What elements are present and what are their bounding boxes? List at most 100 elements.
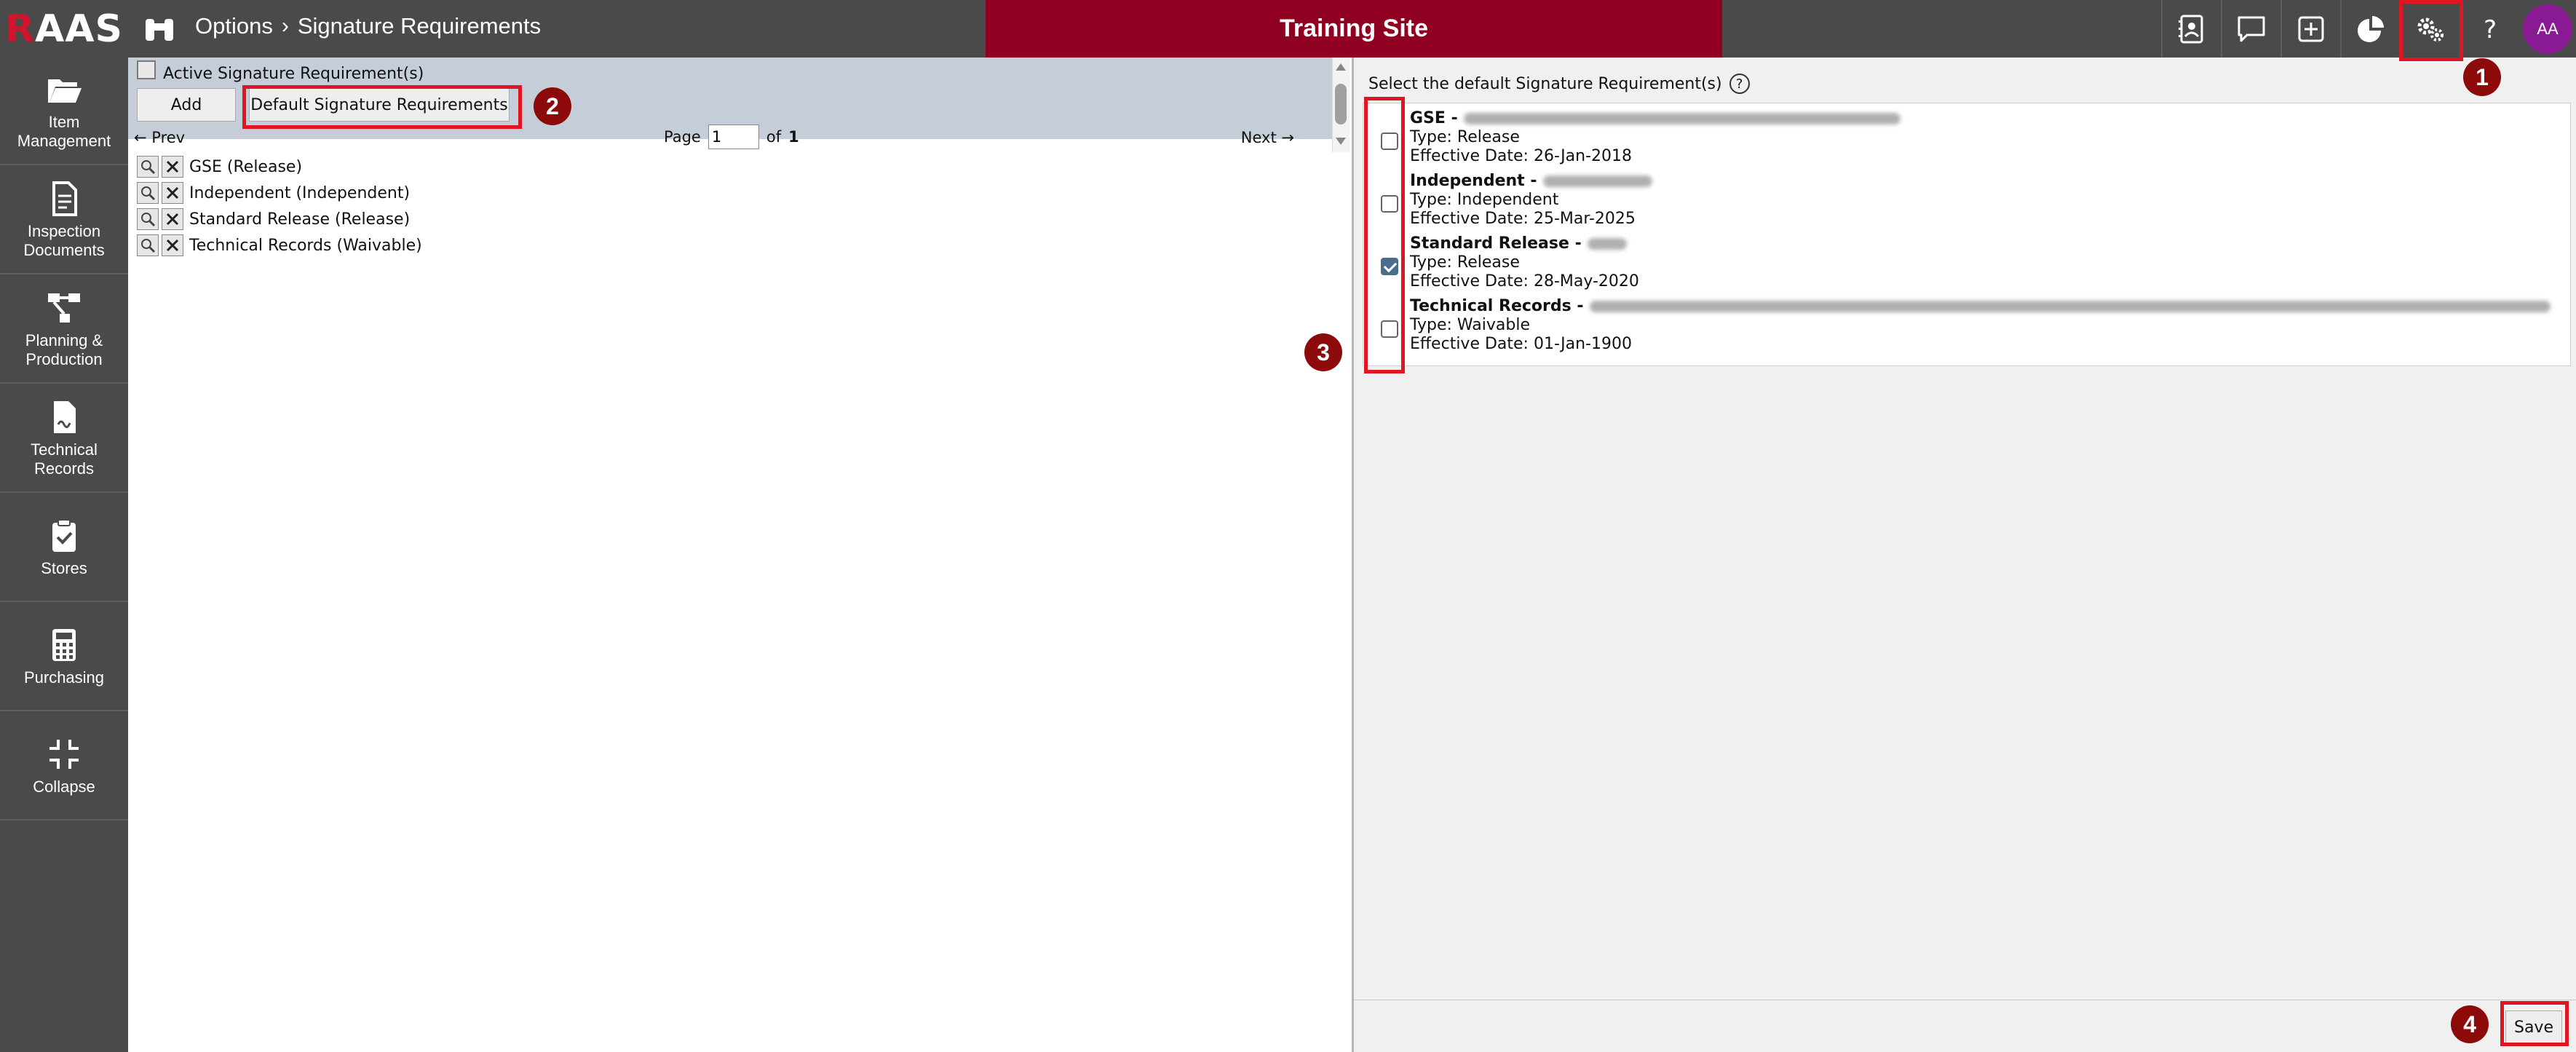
delete-icon[interactable] xyxy=(162,208,183,230)
panel-scrollbar[interactable] xyxy=(1332,58,1350,152)
breadcrumb-options[interactable]: Options xyxy=(195,13,273,39)
sidebar-item-label: Planning & Production xyxy=(25,331,103,368)
svg-text:?: ? xyxy=(2484,15,2497,44)
collapse-icon xyxy=(49,740,79,769)
default-requirements-panel: Select the default Signature Requirement… xyxy=(1354,58,2576,1052)
sidebar-item-inspection-documents[interactable]: Inspection Documents xyxy=(0,167,128,274)
requirement-type: Type: Release xyxy=(1410,128,1520,146)
view-icon[interactable] xyxy=(137,182,159,204)
redacted-description xyxy=(1463,113,1901,124)
sidebar-item-label: Purchasing xyxy=(23,668,105,687)
prev-page-link[interactable]: ← Prev xyxy=(134,129,185,146)
top-bar: R AAS Options › Signature Requirements Tr… xyxy=(0,0,2576,58)
sidebar-item-label: Inspection Documents xyxy=(23,222,105,259)
breadcrumb-separator: › xyxy=(281,14,289,38)
sidebar-item-label: Technical Records xyxy=(31,440,98,478)
list-item: Technical Records - Type: Waivable Effec… xyxy=(1363,294,2572,357)
requirement-effective-date: Effective Date: 01-Jan-1900 xyxy=(1410,335,1632,353)
gears-icon[interactable] xyxy=(2400,0,2460,58)
requirement-type: Type: Independent xyxy=(1410,191,1559,209)
default-requirements-footer: Save xyxy=(1354,1000,2576,1052)
sidebar-item-planning-production[interactable]: Planning & Production xyxy=(0,276,128,384)
list-item: Independent (Independent) xyxy=(137,180,422,206)
sidebar-item-label: Collapse xyxy=(33,778,95,796)
add-square-icon[interactable] xyxy=(2280,0,2340,58)
total-pages: 1 xyxy=(788,128,799,146)
requirements-list: GSE (Release) Independent (Independent) … xyxy=(137,154,422,258)
of-label: of xyxy=(766,128,782,146)
help-circle-icon[interactable]: ? xyxy=(1729,74,1750,94)
list-item: GSE (Release) xyxy=(137,154,422,180)
view-icon[interactable] xyxy=(137,208,159,230)
next-page-link[interactable]: Next → xyxy=(1241,129,1294,146)
step-marker-4: 4 xyxy=(2451,1005,2489,1043)
requirement-label: GSE (Release) xyxy=(189,157,303,176)
requirement-checkbox[interactable] xyxy=(1381,133,1398,150)
scroll-down-arrow[interactable] xyxy=(1336,138,1346,145)
calculator-icon xyxy=(52,629,76,661)
add-button[interactable]: Add xyxy=(137,88,236,122)
requirement-checkbox[interactable] xyxy=(1381,258,1398,275)
redacted-description xyxy=(1542,175,1652,187)
site-name-banner: Training Site xyxy=(986,0,1722,58)
list-item: Standard Release - Type: Release Effecti… xyxy=(1363,232,2572,294)
sidebar-item-purchasing[interactable]: Purchasing xyxy=(0,604,128,711)
save-button[interactable]: Save xyxy=(2505,1011,2562,1044)
requirement-name: Technical Records - xyxy=(1410,297,1584,315)
scroll-up-arrow[interactable] xyxy=(1336,63,1346,71)
requirement-name: Standard Release - xyxy=(1410,234,1582,253)
sidebar-item-item-management[interactable]: Item Management xyxy=(0,58,128,165)
requirement-checkbox[interactable] xyxy=(1381,320,1398,338)
breadcrumb-current: Signature Requirements xyxy=(297,13,542,39)
list-item: GSE - Type: Release Effective Date: 26-J… xyxy=(1363,106,2572,169)
list-item: Technical Records (Waivable) xyxy=(137,232,422,258)
help-icon[interactable]: ? xyxy=(2460,0,2519,58)
view-icon[interactable] xyxy=(137,234,159,256)
delete-icon[interactable] xyxy=(162,182,183,204)
requirement-label: Standard Release (Release) xyxy=(189,210,411,229)
redacted-description xyxy=(1587,238,1627,250)
chat-icon[interactable] xyxy=(2221,0,2280,58)
default-requirements-title: Select the default Signature Requirement… xyxy=(1368,74,1750,94)
sidebar: Item Management Inspection Documents Pla… xyxy=(0,58,128,1052)
contact-card-icon[interactable] xyxy=(2161,0,2221,58)
requirement-effective-date: Effective Date: 25-Mar-2025 xyxy=(1410,210,1636,228)
view-icon[interactable] xyxy=(137,156,159,178)
scroll-thumb[interactable] xyxy=(1335,84,1347,124)
delete-icon[interactable] xyxy=(162,156,183,178)
panel-toggle-icon[interactable] xyxy=(137,60,156,79)
sidebar-collapse-button[interactable]: Collapse xyxy=(0,713,128,820)
clipboard-check-icon xyxy=(52,519,76,552)
requirement-name: Independent - xyxy=(1410,172,1537,190)
page-number-input[interactable] xyxy=(708,124,759,149)
requirement-label: Independent (Independent) xyxy=(189,183,411,202)
sidebar-item-label: Stores xyxy=(41,559,87,577)
default-requirements-title-text: Select the default Signature Requirement… xyxy=(1368,74,1722,93)
top-icon-bar: ? xyxy=(2161,0,2519,58)
requirement-type: Type: Release xyxy=(1410,253,1520,272)
binoculars-icon[interactable] xyxy=(143,16,176,44)
list-item: Independent - Type: Independent Effectiv… xyxy=(1363,169,2572,232)
folder-open-icon xyxy=(48,79,82,103)
pie-chart-icon[interactable] xyxy=(2340,0,2400,58)
active-requirements-title: Active Signature Requirement(s) xyxy=(163,65,424,83)
requirement-effective-date: Effective Date: 26-Jan-2018 xyxy=(1410,147,1632,165)
signed-document-icon xyxy=(54,401,76,433)
page-label: Page xyxy=(664,128,701,146)
raas-logo[interactable]: R AAS xyxy=(0,0,128,58)
document-list-icon xyxy=(52,181,77,216)
step-marker-1: 1 xyxy=(2463,58,2501,96)
default-signature-requirements-button[interactable]: Default Signature Requirements xyxy=(249,88,510,122)
sidebar-item-label: Item Management xyxy=(17,113,111,150)
requirement-type: Type: Waivable xyxy=(1410,316,1530,334)
redacted-description xyxy=(1589,301,2551,312)
pager: Page of 1 xyxy=(664,124,799,149)
user-avatar[interactable]: AA xyxy=(2523,4,2572,54)
requirement-effective-date: Effective Date: 28-May-2020 xyxy=(1410,272,1639,290)
step-marker-2: 2 xyxy=(534,87,571,125)
sidebar-item-stores[interactable]: Stores xyxy=(0,494,128,602)
default-requirements-list: GSE - Type: Release Effective Date: 26-J… xyxy=(1363,103,2571,366)
requirement-checkbox[interactable] xyxy=(1381,195,1398,213)
delete-icon[interactable] xyxy=(162,234,183,256)
sidebar-item-technical-records[interactable]: Technical Records xyxy=(0,385,128,493)
